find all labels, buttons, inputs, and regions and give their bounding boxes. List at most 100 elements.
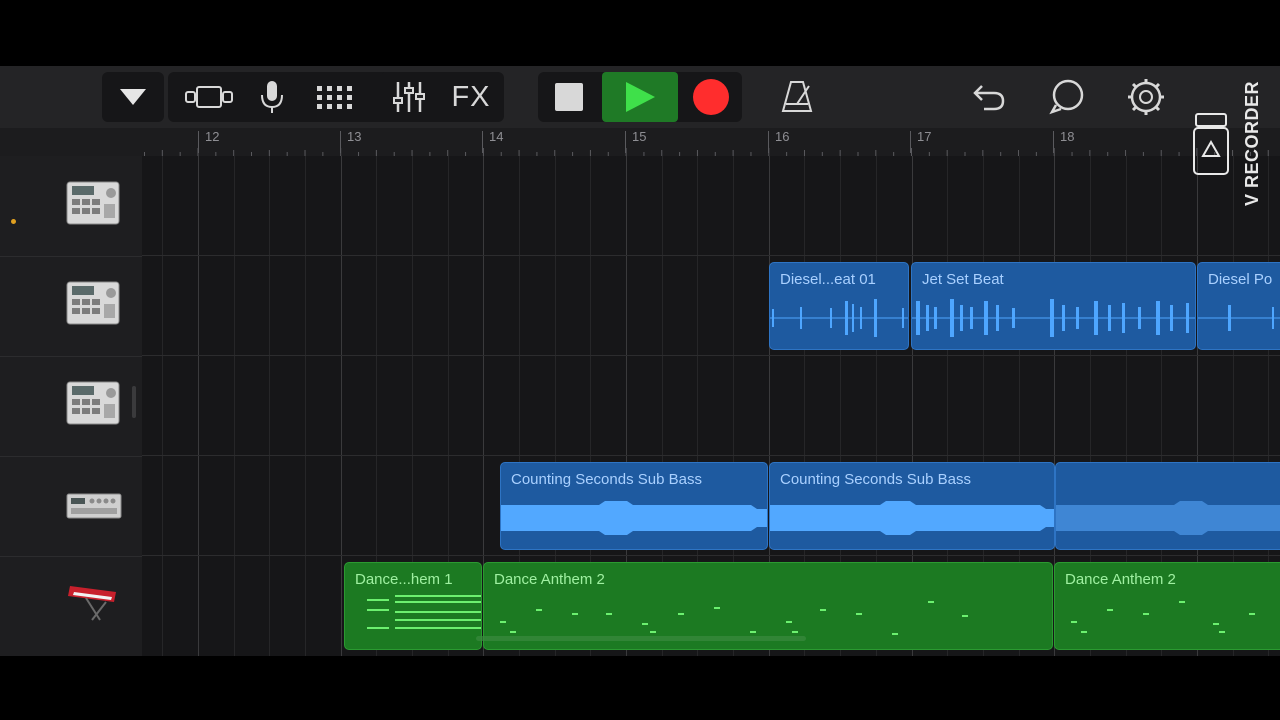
audio-region[interactable]: Diesel Po	[1197, 262, 1280, 350]
midi-region[interactable]: Dance Anthem 2	[1054, 562, 1280, 650]
sliders-icon	[393, 82, 425, 112]
audio-region[interactable]: Counting Seconds Sub Bass	[500, 462, 768, 550]
track-resize-handle[interactable]	[132, 386, 136, 418]
midi-note	[1143, 613, 1149, 615]
audio-region[interactable]: Counting Seconds Sub Bass	[769, 462, 1055, 550]
midi-note	[395, 611, 481, 613]
midi-note	[367, 609, 389, 611]
lane-divider	[142, 455, 1280, 456]
microphone-icon	[261, 81, 283, 113]
horizontal-scrollbar[interactable]	[476, 636, 806, 641]
region-title: Diesel...eat 01	[780, 271, 876, 288]
watermark-text: V RECORDER	[1242, 80, 1262, 206]
midi-note	[792, 631, 798, 633]
grid-line	[341, 156, 342, 656]
triangle-down-icon	[120, 89, 146, 105]
ruler-ticks	[143, 148, 1269, 156]
undo-icon	[973, 85, 1005, 111]
browser-menu-button[interactable]	[102, 72, 164, 122]
play-button[interactable]	[602, 72, 678, 122]
microphone-button[interactable]	[246, 72, 298, 122]
midi-note	[650, 631, 656, 633]
grid-dots-icon	[317, 86, 352, 109]
track-headers	[0, 156, 142, 656]
fx-label: FX	[451, 80, 491, 113]
drum-machine-icon	[66, 381, 120, 425]
lane-divider	[142, 555, 1280, 556]
midi-note	[536, 609, 542, 611]
midi-note	[892, 633, 898, 635]
track-header-3[interactable]	[0, 356, 142, 457]
midi-note	[367, 627, 389, 629]
midi-note	[395, 627, 481, 629]
metronome-button[interactable]	[770, 72, 824, 122]
midi-note	[1179, 601, 1185, 603]
midi-note	[928, 601, 934, 603]
gear-icon	[1128, 79, 1164, 115]
region-title: Counting Seconds Sub Bass	[511, 471, 702, 488]
midi-note	[962, 615, 968, 617]
keyboard-icon	[68, 586, 116, 621]
midi-note	[856, 613, 862, 615]
midi-note	[1219, 631, 1225, 633]
garageband-tracks-view: FX 12 13 14 15 16 17 18 Diesel...eat 01 …	[0, 66, 1280, 656]
timeline-ruler[interactable]: 12 13 14 15 16 17 18	[142, 128, 1280, 157]
synth-module-icon	[66, 493, 122, 519]
stop-button[interactable]	[540, 72, 598, 122]
grid-line	[234, 156, 235, 656]
mixer-button[interactable]	[384, 72, 434, 122]
loop-icon	[1049, 79, 1084, 115]
midi-note	[395, 595, 481, 597]
loop-browser-button[interactable]	[1040, 72, 1096, 122]
waveform	[912, 299, 1195, 337]
midi-note	[714, 607, 720, 609]
recorder-watermark-icon	[1193, 113, 1229, 175]
tracks-view-button[interactable]	[178, 72, 240, 122]
midi-note	[395, 601, 481, 603]
record-button[interactable]	[682, 72, 740, 122]
drum-machine-icon	[66, 181, 120, 225]
track-lanes[interactable]: Diesel...eat 01 Jet Set Beat Diesel Po C…	[142, 156, 1280, 656]
midi-note	[395, 619, 481, 621]
undo-button[interactable]	[962, 72, 1016, 122]
audio-region[interactable]: Diesel...eat 01	[769, 262, 909, 350]
track-header-1[interactable]	[0, 156, 142, 257]
midi-note	[1081, 631, 1087, 633]
midi-note	[500, 621, 506, 623]
midi-note	[1213, 623, 1219, 625]
region-title: Counting Seconds Sub Bass	[780, 471, 971, 488]
waveform	[501, 501, 767, 535]
region-title: Dance...hem 1	[355, 571, 453, 588]
grid-line	[162, 156, 163, 656]
midi-note	[606, 613, 612, 615]
audio-region[interactable]: Jet Set Beat	[911, 262, 1196, 350]
region-title: Dance Anthem 2	[494, 571, 605, 588]
grid-line	[305, 156, 306, 656]
metronome-icon	[781, 81, 813, 112]
waveform	[1198, 305, 1280, 331]
midi-note	[572, 613, 578, 615]
grid-button[interactable]	[306, 72, 362, 122]
lane-divider	[142, 255, 1280, 256]
midi-note	[786, 621, 792, 623]
midi-note	[678, 613, 684, 615]
track-header-2[interactable]	[0, 256, 142, 357]
track-header-4[interactable]	[0, 456, 142, 557]
settings-button[interactable]	[1118, 72, 1174, 122]
region-title: Dance Anthem 2	[1065, 571, 1176, 588]
midi-note	[642, 623, 648, 625]
grid-line	[198, 156, 199, 656]
tracks-view-icon	[185, 86, 233, 108]
midi-note	[1107, 609, 1113, 611]
waveform	[770, 501, 1054, 535]
audio-region[interactable]	[1055, 462, 1280, 550]
midi-note	[1249, 613, 1255, 615]
waveform	[770, 299, 908, 337]
midi-note	[367, 599, 389, 601]
track-header-5[interactable]	[0, 556, 142, 656]
midi-note	[510, 631, 516, 633]
midi-region[interactable]: Dance...hem 1	[344, 562, 482, 650]
midi-note	[820, 609, 826, 611]
midi-note	[1071, 621, 1077, 623]
fx-button[interactable]: FX	[442, 72, 500, 122]
